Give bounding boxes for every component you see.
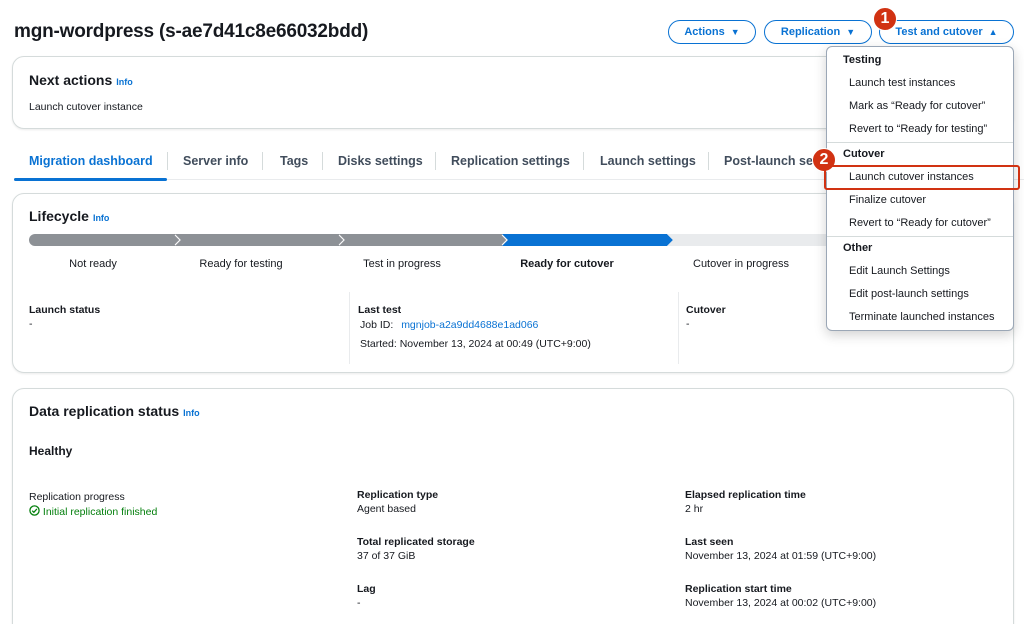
tab-migration-dashboard[interactable]: Migration dashboard bbox=[29, 154, 153, 168]
caret-down-icon: ▼ bbox=[846, 27, 856, 37]
tab-divider bbox=[167, 152, 168, 170]
tab-divider bbox=[322, 152, 323, 170]
page-title: mgn-wordpress (s-ae7d41c8e66032bdd) bbox=[14, 21, 369, 42]
next-actions-title: Next actions Info bbox=[29, 72, 133, 88]
menu-item-mark-ready-for-cutover[interactable]: Mark as “Ready for cutover” bbox=[827, 95, 1013, 118]
stage-segment-ready-for-cutover bbox=[502, 234, 673, 246]
tab-server-info[interactable]: Server info bbox=[183, 154, 248, 168]
tab-post-launch-settings[interactable]: Post-launch se bbox=[724, 154, 813, 168]
replication-start-value: November 13, 2024 at 00:02 (UTC+9:00) bbox=[685, 597, 877, 609]
column-divider bbox=[349, 292, 350, 364]
menu-item-terminate-launched-instances[interactable]: Terminate launched instances bbox=[827, 306, 1013, 329]
tab-divider bbox=[583, 152, 584, 170]
last-seen-block: Last seen November 13, 2024 at 01:59 (UT… bbox=[685, 536, 876, 564]
menu-item-edit-launch-settings[interactable]: Edit Launch Settings bbox=[827, 260, 1013, 283]
replication-progress-row: Initial replication finished bbox=[29, 504, 157, 520]
lag-label: Lag bbox=[357, 583, 376, 595]
replication-button[interactable]: Replication ▼ bbox=[764, 20, 872, 44]
replication-progress-label: Replication progress bbox=[29, 491, 125, 503]
job-id-row: Job ID: mgnjob-a2a9dd4688e1ad066 bbox=[358, 317, 591, 333]
info-link[interactable]: Info bbox=[116, 77, 133, 87]
cutover-value: - bbox=[686, 318, 690, 330]
lifecycle-title: Lifecycle Info bbox=[29, 208, 109, 224]
replication-start-label: Replication start time bbox=[685, 583, 792, 595]
replication-type-block: Replication type Agent based bbox=[357, 489, 438, 517]
menu-item-edit-post-launch-settings[interactable]: Edit post-launch settings bbox=[827, 283, 1013, 306]
menu-group-other: Other Edit Launch Settings Edit post-lau… bbox=[827, 237, 1013, 329]
info-link[interactable]: Info bbox=[183, 408, 200, 418]
last-seen-value: November 13, 2024 at 01:59 (UTC+9:00) bbox=[685, 550, 877, 562]
tab-replication-settings[interactable]: Replication settings bbox=[451, 154, 570, 168]
cutover-label: Cutover bbox=[686, 304, 726, 316]
elapsed-time-label: Elapsed replication time bbox=[685, 489, 806, 501]
last-seen-label: Last seen bbox=[685, 536, 734, 548]
test-and-cutover-button-label: Test and cutover bbox=[895, 26, 983, 38]
info-link[interactable]: Info bbox=[93, 213, 110, 223]
launch-status-label: Launch status bbox=[29, 304, 101, 316]
job-id-link[interactable]: mgnjob-a2a9dd4688e1ad066 bbox=[401, 319, 538, 331]
replication-health-status: Healthy bbox=[29, 444, 73, 458]
stage-segment-ready-for-testing bbox=[175, 234, 345, 246]
replication-button-label: Replication bbox=[780, 26, 841, 38]
next-actions-text: Launch cutover instance bbox=[29, 101, 143, 113]
tab-disks-settings[interactable]: Disks settings bbox=[338, 154, 423, 168]
last-test-label: Last test bbox=[358, 304, 402, 316]
caret-up-icon: ▲ bbox=[988, 27, 998, 37]
tab-tags[interactable]: Tags bbox=[280, 154, 308, 168]
replication-progress-block: Replication progress Initial replication… bbox=[29, 489, 157, 520]
tab-launch-settings[interactable]: Launch settings bbox=[600, 154, 696, 168]
stage-segment-not-ready bbox=[29, 234, 181, 246]
lifecycle-heading: Lifecycle bbox=[29, 208, 89, 224]
elapsed-time-block: Elapsed replication time 2 hr bbox=[685, 489, 806, 517]
step-badge-1: 1 bbox=[873, 7, 897, 31]
menu-item-revert-ready-for-testing[interactable]: Revert to “Ready for testing” bbox=[827, 118, 1013, 141]
cutover-block: Cutover - bbox=[686, 304, 726, 332]
launch-status-value: - bbox=[29, 318, 33, 330]
column-divider bbox=[678, 292, 679, 364]
data-replication-heading: Data replication status bbox=[29, 403, 180, 419]
lifecycle-progress-bar bbox=[29, 234, 829, 246]
stage-label-test-in-progress: Test in progress bbox=[363, 258, 441, 270]
actions-button[interactable]: Actions ▼ bbox=[668, 20, 756, 44]
tab-divider bbox=[262, 152, 263, 170]
last-test-block: Last test Job ID: mgnjob-a2a9dd4688e1ad0… bbox=[358, 304, 591, 352]
stage-label-ready-for-testing: Ready for testing bbox=[199, 258, 283, 270]
tab-divider bbox=[435, 152, 436, 170]
menu-header-testing: Testing bbox=[843, 54, 882, 66]
replication-start-block: Replication start time November 13, 2024… bbox=[685, 583, 876, 611]
tab-divider bbox=[708, 152, 709, 170]
menu-item-finalize-cutover[interactable]: Finalize cutover bbox=[827, 189, 1013, 212]
stage-segment-cutover-in-progress bbox=[667, 234, 829, 246]
replication-type-label: Replication type bbox=[357, 489, 439, 501]
replication-type-value: Agent based bbox=[357, 503, 416, 515]
lag-block: Lag - bbox=[357, 583, 376, 611]
active-tab-indicator bbox=[14, 178, 167, 181]
replication-progress-value: Initial replication finished bbox=[42, 506, 158, 518]
elapsed-time-value: 2 hr bbox=[685, 503, 704, 515]
caret-down-icon: ▼ bbox=[730, 27, 740, 37]
replicated-storage-value: 37 of 37 GiB bbox=[357, 550, 416, 562]
highlight-box bbox=[824, 165, 1020, 190]
menu-header-other: Other bbox=[843, 242, 873, 254]
menu-item-revert-ready-for-cutover[interactable]: Revert to “Ready for cutover” bbox=[827, 212, 1013, 235]
next-actions-heading: Next actions bbox=[29, 72, 113, 88]
stage-label-not-ready: Not ready bbox=[69, 258, 117, 270]
check-circle-icon bbox=[29, 505, 43, 518]
menu-header-cutover: Cutover bbox=[843, 148, 885, 160]
launch-status-block: Launch status - bbox=[29, 304, 100, 332]
stage-segment-test-in-progress bbox=[339, 234, 508, 246]
test-and-cutover-button[interactable]: Test and cutover ▲ bbox=[879, 20, 1014, 44]
lag-value: - bbox=[357, 597, 361, 609]
data-replication-card: Data replication status Info Healthy Repl… bbox=[12, 388, 1014, 624]
replicated-storage-label: Total replicated storage bbox=[357, 536, 475, 548]
menu-group-testing: Testing Launch test instances Mark as “R… bbox=[827, 49, 1013, 141]
actions-button-label: Actions bbox=[684, 26, 725, 38]
job-id-label: Job ID: bbox=[360, 319, 394, 331]
data-replication-title: Data replication status Info bbox=[29, 403, 200, 419]
stage-label-cutover-in-progress: Cutover in progress bbox=[693, 258, 789, 270]
menu-item-launch-test-instances[interactable]: Launch test instances bbox=[827, 72, 1013, 95]
last-test-started: Started: November 13, 2024 at 00:49 (UTC… bbox=[360, 338, 591, 350]
replicated-storage-block: Total replicated storage 37 of 37 GiB bbox=[357, 536, 475, 564]
stage-label-ready-for-cutover: Ready for cutover bbox=[520, 258, 614, 270]
